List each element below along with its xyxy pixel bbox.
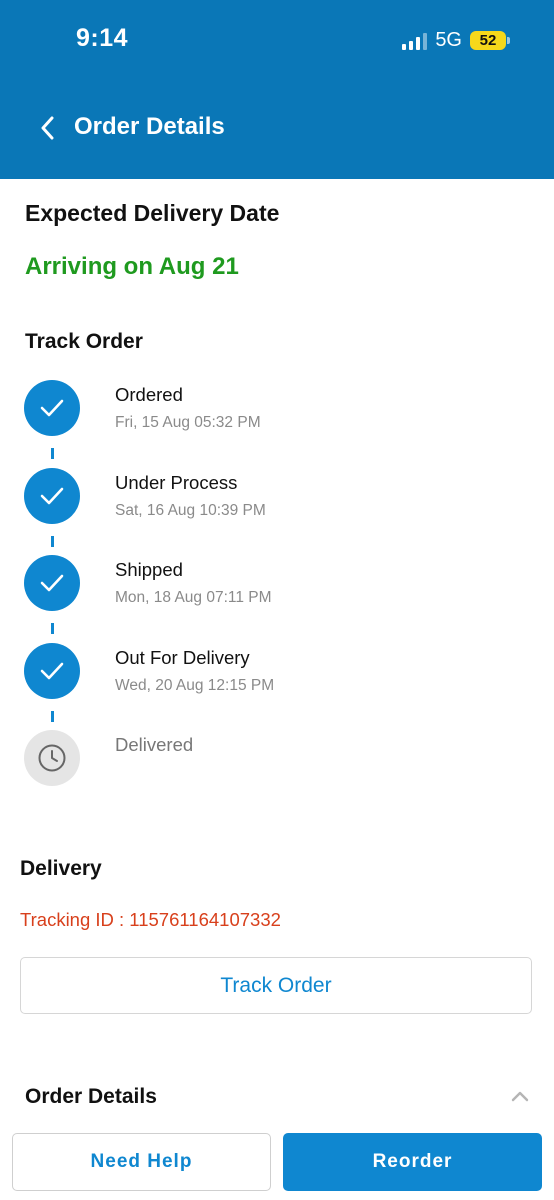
- battery-icon: 52: [470, 31, 510, 50]
- chevron-up-icon[interactable]: [510, 1088, 530, 1104]
- step-time: Fri, 15 Aug 05:32 PM: [115, 414, 261, 431]
- chevron-left-icon: [41, 116, 54, 140]
- timeline-connector: [51, 710, 54, 722]
- back-button[interactable]: [30, 108, 66, 148]
- need-help-button[interactable]: Need Help: [12, 1133, 271, 1191]
- reorder-button[interactable]: Reorder: [283, 1133, 542, 1191]
- order-details-title: Order Details: [25, 1085, 157, 1108]
- check-icon: [40, 487, 64, 504]
- battery-level: 52: [470, 31, 506, 50]
- step-status-circle: [24, 730, 80, 786]
- step-time: Mon, 18 Aug 07:11 PM: [115, 589, 272, 606]
- step-label: Out For Delivery: [115, 646, 250, 668]
- step-label: Delivered: [115, 734, 194, 755]
- app-header: 9:14 5G 52 Order Details: [0, 0, 554, 179]
- tracking-timeline: Ordered Fri, 15 Aug 05:32 PM Under Proce…: [24, 380, 524, 818]
- page-title: Order Details: [74, 113, 225, 140]
- signal-icon: [402, 32, 428, 50]
- step-time: Sat, 16 Aug 10:39 PM: [115, 501, 266, 519]
- step-status-circle: [24, 642, 80, 699]
- timeline-connector: [51, 623, 54, 634]
- step-time: Wed, 20 Aug 12:15 PM: [115, 676, 275, 694]
- status-time: 9:14: [76, 24, 129, 52]
- timeline-step-under-process: Under Process Sat, 16 Aug 10:39 PM: [24, 467, 524, 556]
- timeline-connector: [51, 535, 54, 547]
- step-label: Under Process: [115, 471, 238, 493]
- arriving-date: Arriving on Aug 21: [25, 253, 239, 280]
- step-status-circle: [24, 467, 80, 524]
- tracking-id: Tracking ID : 115761164107332: [20, 909, 281, 930]
- check-icon: [40, 399, 64, 417]
- expected-delivery-title: Expected Delivery Date: [25, 200, 280, 226]
- step-status-circle: [24, 555, 80, 611]
- step-label: Shipped: [115, 559, 183, 580]
- track-order-title: Track Order: [25, 330, 143, 353]
- timeline-step-out-for-delivery: Out For Delivery Wed, 20 Aug 12:15 PM: [24, 642, 524, 731]
- check-icon: [40, 574, 64, 592]
- check-icon: [40, 662, 64, 679]
- status-indicators: 5G 52: [402, 29, 510, 52]
- track-order-button[interactable]: Track Order: [20, 957, 532, 1014]
- timeline-step-ordered: Ordered Fri, 15 Aug 05:32 PM: [24, 380, 524, 468]
- delivery-title: Delivery: [20, 857, 102, 880]
- timeline-step-shipped: Shipped Mon, 18 Aug 07:11 PM: [24, 555, 524, 643]
- bottom-action-bar: Need Help Reorder: [0, 1120, 554, 1200]
- timeline-connector: [51, 448, 54, 459]
- network-type: 5G: [435, 29, 462, 51]
- clock-icon: [38, 744, 66, 772]
- timeline-step-delivered: Delivered: [24, 730, 524, 818]
- step-status-circle: [24, 380, 80, 436]
- step-label: Ordered: [115, 384, 183, 405]
